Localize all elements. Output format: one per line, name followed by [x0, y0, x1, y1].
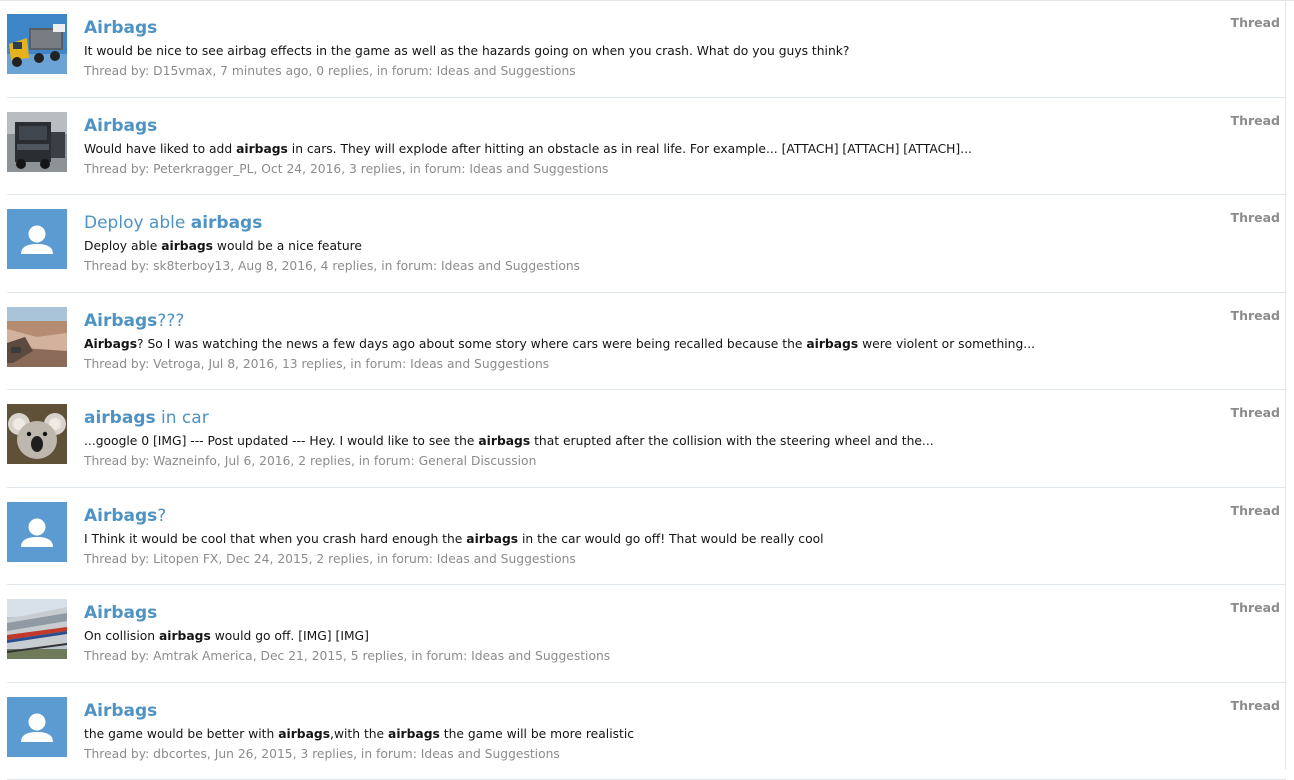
text-segment: that erupted after the collision with th…: [530, 434, 933, 448]
result-title-link[interactable]: Airbags: [84, 17, 1286, 39]
content-type-label: Thread: [1231, 405, 1280, 420]
search-result-item: airbags in car ...google 0 [IMG] --- Post…: [7, 390, 1286, 488]
search-result-item: Airbags Would have liked to add airbags i…: [7, 98, 1286, 196]
result-snippet: On collision airbags would go off. [IMG]…: [84, 627, 1286, 645]
result-meta: Thread by: Peterkragger_PL, Oct 24, 2016…: [84, 160, 1286, 178]
text-segment: were violent or something...: [858, 337, 1035, 351]
highlight-term: Airbags: [84, 311, 157, 331]
text-segment: Deploy able: [84, 239, 161, 253]
text-segment: in cars. They will explode after hitting…: [288, 142, 972, 156]
result-title-link[interactable]: Airbags???: [84, 310, 1286, 332]
content-type-label: Thread: [1231, 600, 1280, 615]
search-result-item: Airbags the game would be better with air…: [7, 683, 1286, 780]
content-type-label: Thread: [1231, 113, 1280, 128]
text-segment: the game will be more realistic: [440, 727, 634, 741]
result-title-link[interactable]: Airbags: [84, 115, 1286, 137]
content-type-label: Thread: [1231, 308, 1280, 323]
default-avatar-icon[interactable]: [7, 502, 67, 562]
result-title-link[interactable]: airbags in car: [84, 407, 1286, 429]
highlight-term: airbags: [278, 727, 330, 741]
highlight-term: Airbags: [84, 116, 157, 136]
highlight-term: Airbags: [84, 603, 157, 623]
result-title-link[interactable]: Deploy able airbags: [84, 212, 1286, 234]
result-snippet: Deploy able airbags would be a nice feat…: [84, 237, 1286, 255]
text-segment: ?: [157, 506, 166, 526]
search-result-item: Deploy able airbagsDeploy able airbags w…: [7, 195, 1286, 293]
result-meta: Thread by: Amtrak America, Dec 21, 2015,…: [84, 647, 1286, 665]
search-results-list: Airbags It would be nice to see airbag ef…: [7, 0, 1286, 780]
search-result-item: Airbags It would be nice to see airbag ef…: [7, 0, 1286, 98]
result-snippet: Would have liked to add airbags in cars.…: [84, 140, 1286, 158]
result-meta: Thread by: Vetroga, Jul 8, 2016, 13 repl…: [84, 355, 1286, 373]
highlight-term: airbags: [84, 408, 156, 428]
highlight-term: airbags: [388, 727, 440, 741]
result-snippet: Airbags? So I was watching the news a fe…: [84, 335, 1286, 353]
search-result-item: Airbags? I Think it would be cool that wh…: [7, 488, 1286, 586]
text-segment: in the car would go off! That would be r…: [518, 532, 823, 546]
content-type-label: Thread: [1231, 15, 1280, 30]
result-snippet: It would be nice to see airbag effects i…: [84, 42, 1286, 60]
highlight-term: Airbags: [84, 506, 157, 526]
default-avatar-icon[interactable]: [7, 209, 67, 269]
text-segment: ...google 0 [IMG] --- Post updated --- H…: [84, 434, 478, 448]
highlight-term: Airbags: [84, 701, 157, 721]
text-segment: ???: [157, 311, 184, 331]
highlight-term: airbags: [191, 213, 263, 233]
text-segment: ? So I was watching the news a few days …: [137, 337, 806, 351]
result-meta: Thread by: dbcortes, Jun 26, 2015, 3 rep…: [84, 745, 1286, 763]
result-meta: Thread by: sk8terboy13, Aug 8, 2016, 4 r…: [84, 257, 1286, 275]
text-segment: ,with the: [330, 727, 388, 741]
search-result-item: Airbags On collision airbags would go off…: [7, 585, 1286, 683]
highlight-term: Airbags: [84, 337, 137, 351]
text-segment: in car: [156, 408, 209, 428]
result-body: Airbags? I Think it would be cool that wh…: [84, 505, 1286, 568]
highlight-term: airbags: [159, 629, 211, 643]
result-title-link[interactable]: Airbags: [84, 700, 1286, 722]
text-segment: I Think it would be cool that when you c…: [84, 532, 466, 546]
result-meta: Thread by: Litopen FX, Dec 24, 2015, 2 r…: [84, 550, 1286, 568]
avatar[interactable]: [7, 599, 67, 659]
content-type-label: Thread: [1231, 210, 1280, 225]
text-segment: would be a nice feature: [213, 239, 362, 253]
text-segment: It would be nice to see airbag effects i…: [84, 44, 849, 58]
text-segment: would go off. [IMG] [IMG]: [211, 629, 369, 643]
result-body: Airbags On collision airbags would go off…: [84, 602, 1286, 665]
result-meta: Thread by: Wazneinfo, Jul 6, 2016, 2 rep…: [84, 452, 1286, 470]
highlight-term: Airbags: [84, 18, 157, 38]
highlight-term: airbags: [478, 434, 530, 448]
result-body: Airbags the game would be better with air…: [84, 700, 1286, 763]
avatar[interactable]: [7, 14, 67, 74]
highlight-term: airbags: [466, 532, 518, 546]
result-body: Airbags Would have liked to add airbags i…: [84, 115, 1286, 178]
result-title-link[interactable]: Airbags?: [84, 505, 1286, 527]
search-result-item: Airbags???Airbags? So I was watching the…: [7, 293, 1286, 391]
result-snippet: the game would be better with airbags,wi…: [84, 725, 1286, 743]
avatar[interactable]: [7, 112, 67, 172]
result-title-link[interactable]: Airbags: [84, 602, 1286, 624]
avatar[interactable]: [7, 307, 67, 367]
content-type-label: Thread: [1231, 698, 1280, 713]
result-body: airbags in car ...google 0 [IMG] --- Post…: [84, 407, 1286, 470]
result-body: Deploy able airbagsDeploy able airbags w…: [84, 212, 1286, 275]
text-segment: Would have liked to add: [84, 142, 236, 156]
content-type-label: Thread: [1231, 503, 1280, 518]
highlight-term: airbags: [161, 239, 213, 253]
result-snippet: ...google 0 [IMG] --- Post updated --- H…: [84, 432, 1286, 450]
text-segment: the game would be better with: [84, 727, 278, 741]
default-avatar-icon[interactable]: [7, 697, 67, 757]
result-body: Airbags???Airbags? So I was watching the…: [84, 310, 1286, 373]
text-segment: On collision: [84, 629, 159, 643]
result-body: Airbags It would be nice to see airbag ef…: [84, 17, 1286, 80]
highlight-term: airbags: [806, 337, 858, 351]
avatar[interactable]: [7, 404, 67, 464]
result-snippet: I Think it would be cool that when you c…: [84, 530, 1286, 548]
highlight-term: airbags: [236, 142, 288, 156]
text-segment: Deploy able: [84, 213, 191, 233]
result-meta: Thread by: D15vmax, 7 minutes ago, 0 rep…: [84, 62, 1286, 80]
